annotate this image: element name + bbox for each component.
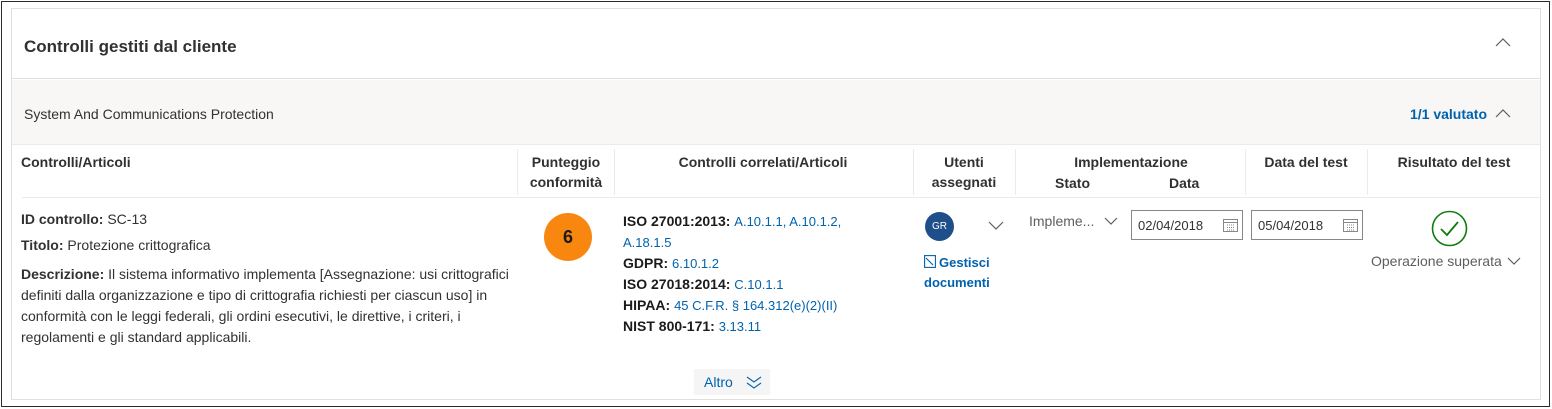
related-control-item: ISO 27001:2013: A.10.1.1, A.10.1.2, bbox=[623, 211, 893, 232]
page-frame: Controlli gestiti dal cliente System And… bbox=[1, 1, 1550, 407]
document-icon bbox=[924, 255, 936, 268]
related-control-key: NIST 800-171: bbox=[623, 318, 715, 334]
more-label: Altro bbox=[704, 374, 733, 390]
related-control-key: HIPAA: bbox=[623, 297, 671, 313]
column-header-test-date: Data del test bbox=[1264, 154, 1348, 170]
control-description: Descrizione: Il sistema informativo impl… bbox=[21, 264, 521, 348]
related-control-key: GDPR: bbox=[623, 255, 669, 271]
calendar-icon[interactable] bbox=[1343, 218, 1358, 232]
double-chevron-down-icon bbox=[746, 376, 762, 389]
manage-documents-text1: Gestisci bbox=[939, 255, 990, 270]
test-result-select[interactable]: Operazione superata bbox=[1371, 253, 1521, 269]
implementation-status-select[interactable]: Impleme... bbox=[1029, 213, 1118, 229]
manage-documents-link[interactable]: Gestisci documenti bbox=[924, 253, 1014, 293]
column-header-related: Controlli correlati/Articoli bbox=[678, 154, 848, 170]
column-header-implementation: Implementazione bbox=[1074, 154, 1188, 170]
evaluated-count[interactable]: 1/1 valutato bbox=[1410, 106, 1487, 122]
chevron-down-icon bbox=[1507, 253, 1521, 269]
column-divider bbox=[517, 149, 518, 195]
column-header-users: Utenti assegnati bbox=[914, 152, 1014, 192]
related-control-link[interactable]: A.18.1.5 bbox=[623, 235, 671, 250]
chevron-up-icon[interactable] bbox=[1495, 108, 1511, 118]
column-header-score: Punteggio conformità bbox=[518, 152, 614, 192]
group-title: System And Communications Protection bbox=[24, 106, 274, 122]
related-control-link[interactable]: 6.10.1.2 bbox=[672, 256, 719, 271]
column-header-controls: Controlli/Articoli bbox=[21, 154, 131, 170]
column-divider bbox=[1245, 149, 1246, 195]
header-divider bbox=[22, 197, 1540, 198]
related-control-link[interactable]: C.10.1.1 bbox=[734, 277, 783, 292]
calendar-icon[interactable] bbox=[1223, 218, 1238, 232]
column-divider bbox=[1367, 149, 1368, 195]
test-date-value: 05/04/2018 bbox=[1258, 218, 1324, 233]
column-header-score-line1: Punteggio bbox=[531, 154, 601, 170]
related-control-item: HIPAA: 45 C.F.R. § 164.312(e)(2)(II) bbox=[623, 295, 893, 316]
implementation-status-value: Impleme... bbox=[1029, 213, 1095, 229]
implementation-date-value: 02/04/2018 bbox=[1138, 218, 1204, 233]
column-divider bbox=[614, 149, 615, 195]
implementation-date-field[interactable]: 02/04/2018 bbox=[1131, 210, 1243, 240]
compliance-score-badge: 6 bbox=[544, 213, 592, 261]
column-header-users-line1: Utenti bbox=[944, 154, 984, 170]
column-header-users-line2: assegnati bbox=[931, 174, 997, 190]
related-control-link[interactable]: A.10.1.1, A.10.1.2, bbox=[734, 214, 841, 229]
controls-card: Controlli gestiti dal cliente System And… bbox=[11, 8, 1541, 400]
section-header[interactable]: Controlli gestiti dal cliente bbox=[12, 9, 1540, 79]
manage-documents-text2: documenti bbox=[924, 275, 990, 290]
column-header-impl-status: Stato bbox=[1055, 175, 1090, 191]
check-circle-icon bbox=[1431, 210, 1468, 247]
control-id: ID controllo: SC-13 bbox=[21, 211, 147, 227]
control-title-value: Protezione crittografica bbox=[67, 237, 211, 253]
related-control-item: ISO 27018:2014: C.10.1.1 bbox=[623, 274, 893, 295]
related-control-item: A.18.1.5 bbox=[623, 232, 893, 253]
manage-documents-line1: Gestisci bbox=[924, 253, 1014, 273]
related-control-key: ISO 27001:2013: bbox=[623, 213, 731, 229]
test-result-value: Operazione superata bbox=[1371, 253, 1502, 269]
column-header-impl-date: Data bbox=[1169, 175, 1200, 191]
related-control-link[interactable]: 3.13.11 bbox=[719, 319, 761, 334]
related-control-item: NIST 800-171: 3.13.11 bbox=[623, 316, 893, 337]
more-button[interactable]: Altro bbox=[694, 369, 770, 395]
related-control-link[interactable]: 45 C.F.R. § 164.312(e)(2)(II) bbox=[674, 298, 837, 313]
control-title: Titolo: Protezione crittografica bbox=[21, 237, 211, 253]
control-id-label: ID controllo: bbox=[21, 211, 104, 227]
column-header-test-result: Risultato del test bbox=[1397, 154, 1511, 170]
test-date-field[interactable]: 05/04/2018 bbox=[1251, 210, 1363, 240]
chevron-up-icon[interactable] bbox=[1495, 37, 1511, 47]
column-divider bbox=[1015, 149, 1016, 195]
chevron-down-icon bbox=[1104, 213, 1118, 229]
column-divider bbox=[913, 149, 914, 195]
section-title: Controlli gestiti dal cliente bbox=[24, 37, 237, 56]
control-id-value: SC-13 bbox=[107, 211, 148, 227]
assignee-avatar[interactable]: GR bbox=[925, 212, 954, 241]
column-header-score-line2: conformità bbox=[529, 174, 603, 190]
group-header[interactable]: System And Communications Protection 1/1… bbox=[12, 80, 1540, 145]
related-control-item: GDPR: 6.10.1.2 bbox=[623, 253, 893, 274]
control-title-label: Titolo: bbox=[21, 237, 64, 253]
control-description-label: Descrizione: bbox=[21, 266, 105, 282]
chevron-down-icon[interactable] bbox=[988, 221, 1004, 231]
related-control-key: ISO 27018:2014: bbox=[623, 276, 731, 292]
